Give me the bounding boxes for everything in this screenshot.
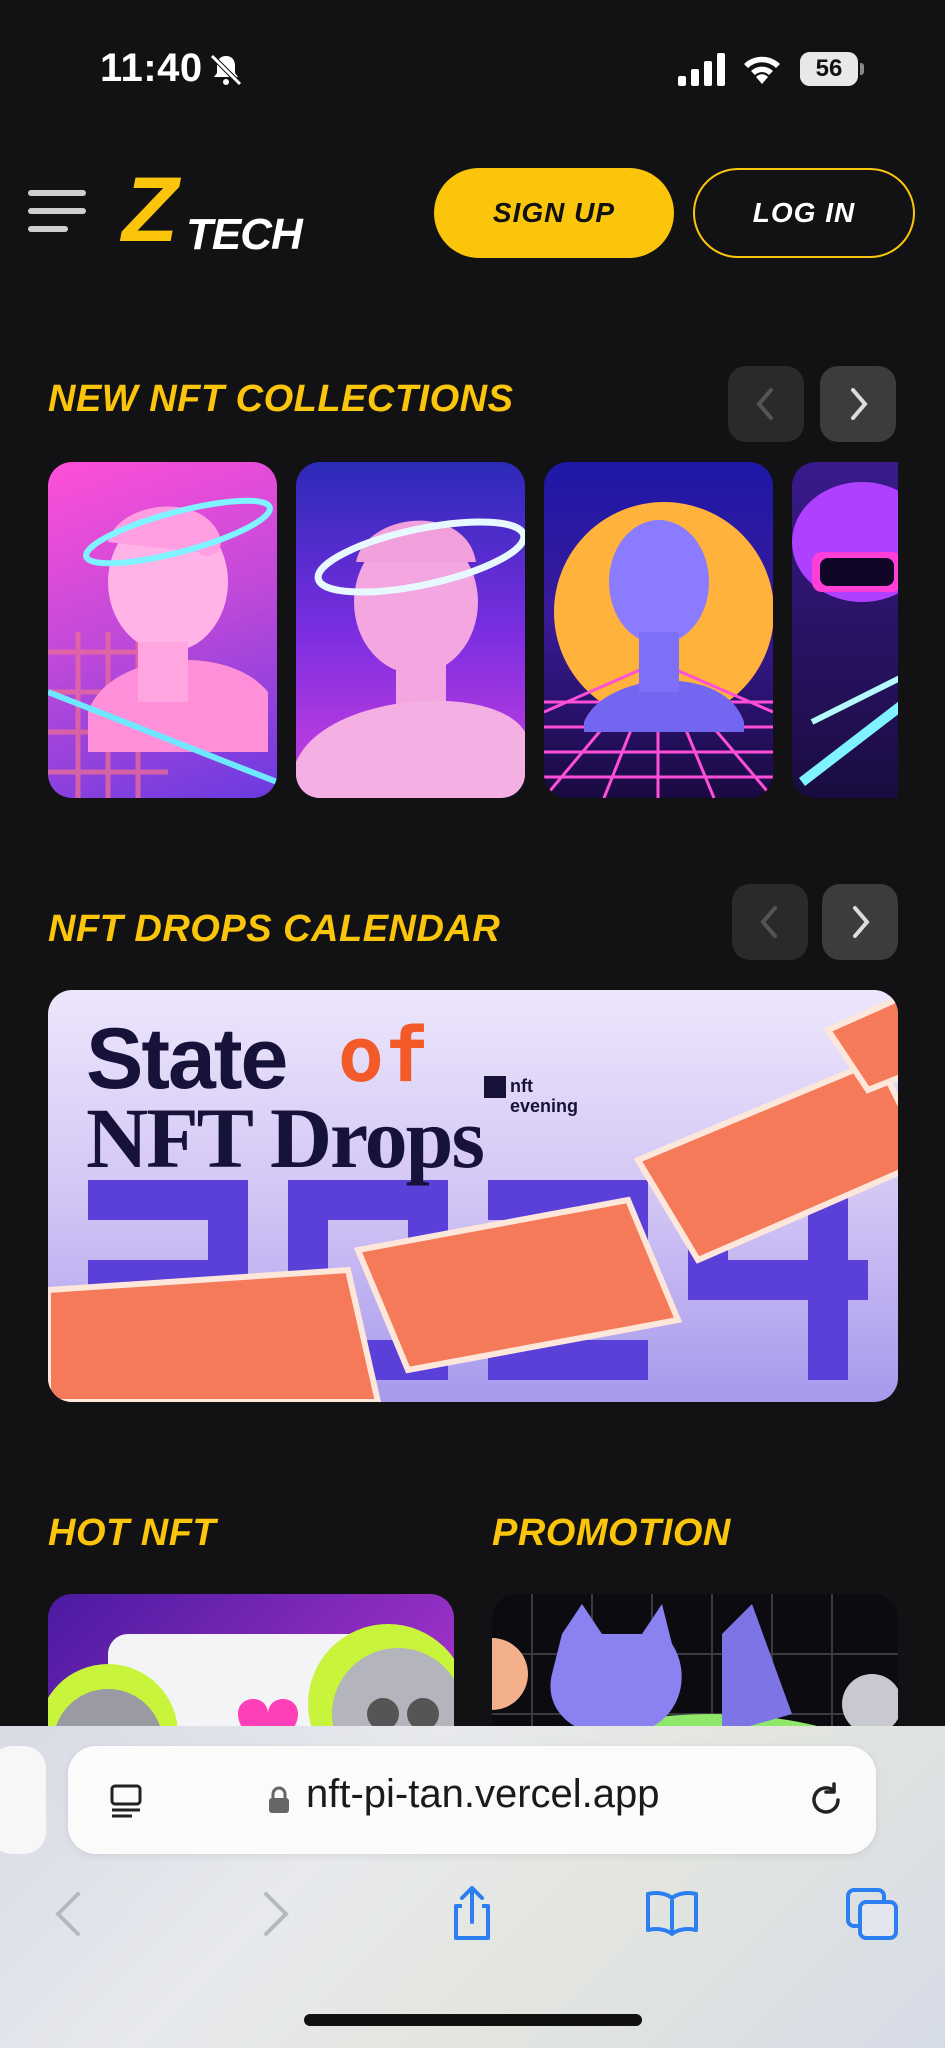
logo[interactable]: Z TECH: [122, 159, 303, 261]
brand-logo-icon: [484, 1076, 506, 1098]
hot-nft-title: HOT NFT: [48, 1512, 217, 1554]
banner-brand: nft evening: [484, 1076, 578, 1115]
status-bar: 11:40 56: [0, 0, 945, 140]
browser-toolbar: nft-pi-tan.vercel.app: [0, 1726, 945, 2048]
wifi-icon: [744, 56, 780, 84]
drops-calendar-title: NFT DROPS CALENDAR: [48, 908, 501, 950]
pink-statue-image: [48, 497, 277, 798]
new-collections-title: NEW NFT COLLECTIONS: [48, 378, 514, 420]
url-text: nft-pi-tan.vercel.app: [306, 1772, 660, 1816]
reader-icon[interactable]: [106, 1780, 146, 1820]
nft-collections-carousel[interactable]: [48, 462, 898, 798]
address-bar[interactable]: nft-pi-tan.vercel.app: [68, 1746, 876, 1854]
calendar-next-button[interactable]: [822, 884, 898, 960]
bell-slash-icon: [210, 54, 242, 86]
bookmarks-icon[interactable]: [642, 1884, 702, 1944]
home-indicator[interactable]: [304, 2014, 642, 2026]
log-in-button[interactable]: LOG IN: [693, 168, 915, 258]
hamburger-menu-icon[interactable]: [28, 186, 88, 238]
chevron-left-icon: [760, 906, 777, 938]
collections-next-button[interactable]: [820, 366, 896, 442]
cyber-avatar-image: [792, 482, 898, 786]
banner-title-of: of: [338, 1010, 430, 1099]
logo-mark: Z: [122, 159, 179, 261]
collections-prev-button[interactable]: [728, 366, 804, 442]
previous-tab-preview[interactable]: [0, 1746, 46, 1854]
nft-drops-banner[interactable]: State of NFT Drops nft evening: [48, 990, 898, 1402]
nft-card-sunset-statue[interactable]: [544, 462, 773, 798]
forward-icon[interactable]: [244, 1884, 304, 1944]
banner-title-line2: NFT Drops: [86, 1090, 485, 1186]
nft-card-blue-statue[interactable]: [296, 462, 525, 798]
battery-icon: 56: [800, 52, 864, 86]
lock-icon: [269, 1786, 289, 1813]
battery-level: 56: [815, 55, 843, 82]
status-time: 11:40: [100, 46, 203, 90]
reload-icon[interactable]: [804, 1778, 848, 1822]
logo-text: TECH: [186, 210, 303, 259]
chevron-right-icon: [851, 388, 868, 420]
promotion-title: PROMOTION: [492, 1512, 731, 1554]
sunset-statue-image: [544, 502, 773, 798]
calendar-prev-button[interactable]: [732, 884, 808, 960]
share-icon[interactable]: [442, 1884, 502, 1944]
sign-up-button[interactable]: SIGN UP: [434, 168, 674, 258]
tabs-icon[interactable]: [842, 1884, 902, 1944]
chevron-left-icon: [756, 388, 773, 420]
blue-statue-image: [296, 518, 525, 798]
signal-icon: [678, 53, 725, 86]
chevron-right-icon: [853, 906, 870, 938]
nft-card-cyber-avatar[interactable]: [792, 462, 898, 798]
back-icon[interactable]: [40, 1884, 100, 1944]
nft-card-pink-statue[interactable]: [48, 462, 277, 798]
